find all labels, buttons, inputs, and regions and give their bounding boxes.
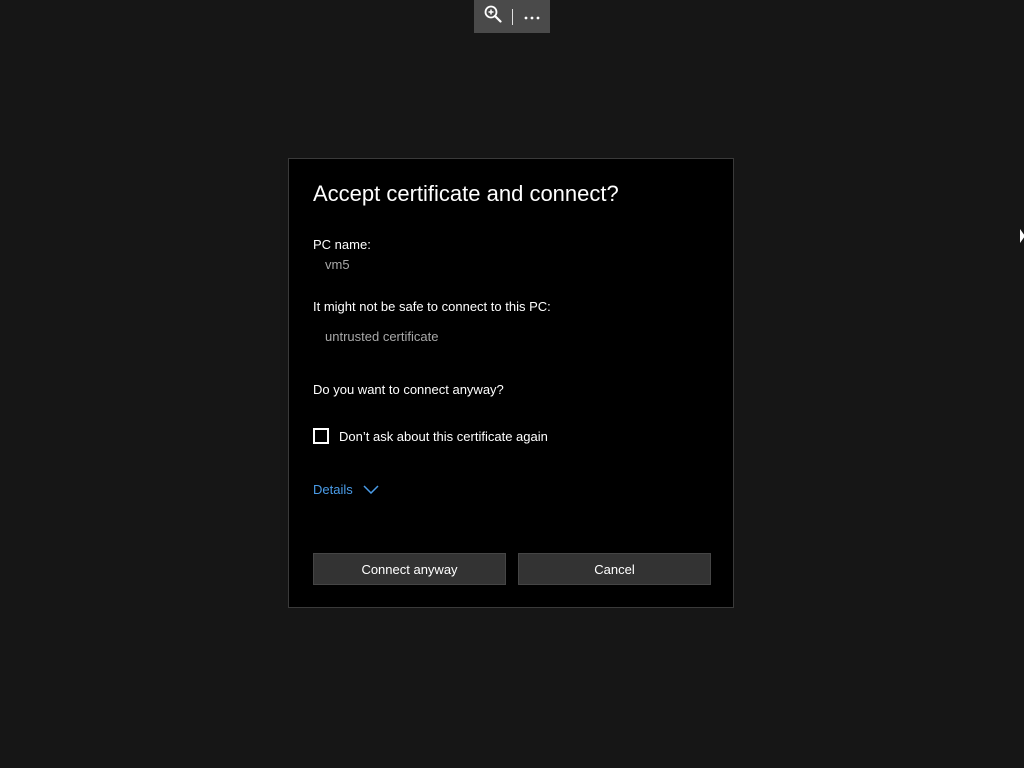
dont-ask-checkbox[interactable] (313, 428, 329, 444)
toolbar-divider (511, 8, 513, 25)
more-options-button[interactable] (517, 0, 547, 33)
cancel-button[interactable]: Cancel (518, 553, 711, 585)
mouse-cursor-icon (1020, 229, 1024, 243)
details-expander[interactable]: Details (313, 482, 379, 497)
connect-question: Do you want to connect anyway? (313, 382, 504, 397)
zoom-button[interactable] (478, 0, 508, 33)
certificate-dialog: Accept certificate and connect? PC name:… (288, 158, 734, 608)
pc-name-value: vm5 (325, 257, 350, 272)
pc-name-label: PC name: (313, 237, 371, 252)
dialog-title: Accept certificate and connect? (313, 181, 619, 206)
warning-label: It might not be safe to connect to this … (313, 299, 551, 314)
remote-session-toolbar (474, 0, 550, 33)
zoom-in-icon (484, 5, 502, 28)
warning-value: untrusted certificate (325, 329, 439, 344)
dont-ask-checkbox-label[interactable]: Don’t ask about this certificate again (339, 429, 548, 444)
details-label[interactable]: Details (313, 482, 353, 497)
chevron-down-icon (363, 485, 379, 494)
connect-anyway-button[interactable]: Connect anyway (313, 553, 506, 585)
more-icon (523, 8, 541, 26)
dont-ask-checkbox-row[interactable]: Don’t ask about this certificate again (313, 428, 548, 444)
